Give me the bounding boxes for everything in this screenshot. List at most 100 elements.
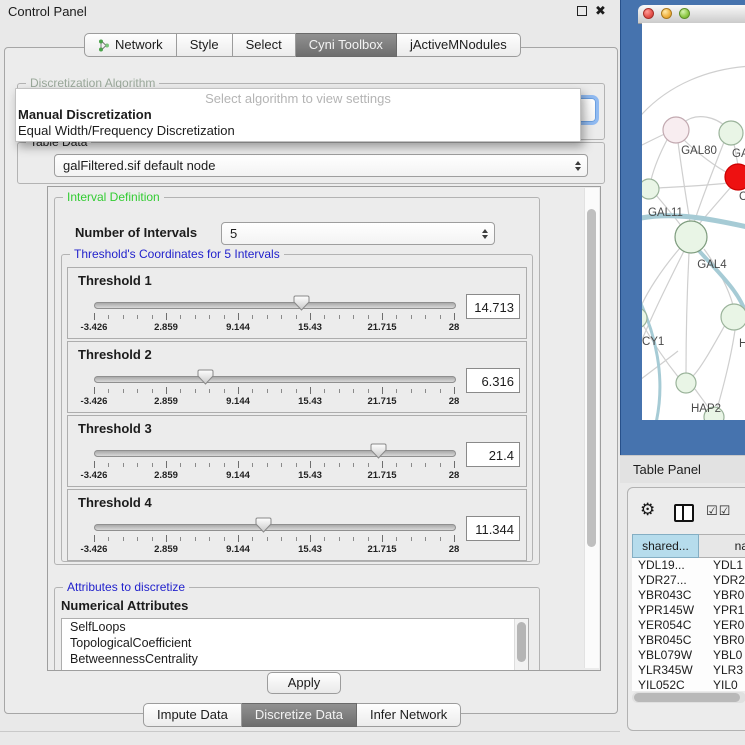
slider-tick (368, 537, 369, 541)
num-intervals-combobox[interactable]: 5 (221, 222, 495, 245)
table-row[interactable]: YIL052CYIL0 (632, 678, 745, 691)
table-row[interactable]: YDR27...YDR2 (632, 573, 745, 588)
table-row[interactable]: YBL079WYBL0 (632, 648, 745, 663)
network-edge[interactable] (704, 249, 733, 305)
table-row[interactable]: YDL19...YDL1 (632, 558, 745, 573)
slider-thumb[interactable] (370, 443, 387, 460)
threshold-slider-track[interactable] (94, 450, 456, 457)
threshold-slider-track[interactable] (94, 302, 456, 309)
checkbox-icons[interactable]: ☑☑ (706, 503, 731, 519)
slider-thumb[interactable] (197, 369, 214, 386)
network-edge[interactable] (693, 325, 725, 376)
window-zoom-button[interactable] (679, 8, 690, 19)
slider-tick-label: 28 (424, 322, 484, 333)
tab-select[interactable]: Select (233, 33, 296, 57)
slider-thumb[interactable] (293, 295, 310, 312)
tab-cyni-toolbox[interactable]: Cyni Toolbox (296, 33, 397, 57)
table-row[interactable]: YBR043CYBR0 (632, 588, 745, 603)
network-edge[interactable] (658, 183, 728, 188)
cell-shared-name: YBR043C (632, 588, 708, 603)
table-row[interactable]: YPR145WYPR1 (632, 603, 745, 618)
network-node[interactable] (721, 304, 745, 330)
network-window-frame[interactable]: GAL80GACGAL11GAL4GCY1HHAP2 (620, 0, 745, 455)
network-edge[interactable] (651, 138, 668, 180)
table-row[interactable]: YBR045CYBR0 (632, 633, 745, 648)
network-edge[interactable] (642, 248, 680, 311)
list-scrollbar[interactable] (514, 619, 528, 671)
chevron-updown-icon (575, 161, 581, 171)
network-graph: GAL80GACGAL11GAL4GCY1HHAP2 (642, 23, 745, 420)
table-data-combobox[interactable]: galFiltered.sif default node (54, 154, 588, 177)
combobox-value: galFiltered.sif default node (63, 155, 587, 176)
threshold-slider-track[interactable] (94, 524, 456, 531)
network-node-label: GA (732, 148, 745, 160)
network-node[interactable] (675, 221, 707, 253)
threshold-label: Threshold 1 (78, 273, 152, 288)
network-node[interactable] (642, 308, 647, 328)
table-panel-title: Table Panel (633, 462, 701, 477)
network-edge[interactable] (683, 117, 726, 127)
slider-tick (324, 463, 325, 467)
split-view-icon[interactable] (674, 504, 694, 522)
attribute-list-item[interactable]: SelfLoops (62, 619, 528, 635)
cell-name: YIL0 (708, 678, 745, 691)
table-row[interactable]: YLR345WYLR3 (632, 663, 745, 678)
dropdown-option-equal-width[interactable]: Equal Width/Frequency Discretization (16, 123, 580, 139)
cell-name: YBL0 (708, 648, 745, 663)
network-node[interactable] (642, 179, 659, 199)
network-node[interactable] (725, 164, 745, 190)
threshold-value-field[interactable]: 6.316 (466, 368, 520, 393)
slider-tick (180, 463, 181, 467)
numerical-attributes-list[interactable]: SelfLoopsTopologicalCoefficientBetweenne… (61, 618, 529, 671)
network-node-label: GAL4 (697, 259, 727, 271)
column-header-name[interactable]: na (699, 534, 745, 558)
network-canvas[interactable]: GAL80GACGAL11GAL4GCY1HHAP2 (642, 23, 745, 420)
float-window-icon[interactable] (577, 6, 587, 16)
network-edge[interactable] (717, 330, 735, 409)
table-row[interactable]: YER054CYER0 (632, 618, 745, 633)
window-minimize-button[interactable] (661, 8, 672, 19)
slider-tick (396, 537, 397, 541)
slider-tick-label: 21.715 (352, 322, 412, 333)
network-window-titlebar[interactable] (638, 5, 745, 24)
slider-tick (339, 537, 340, 541)
tab-impute-data[interactable]: Impute Data (143, 703, 242, 727)
table-body[interactable]: YDL19...YDL1YDR27...YDR2YBR043CYBR0YPR14… (632, 558, 745, 691)
slider-tick (411, 463, 412, 467)
column-header-shared[interactable]: shared... (632, 534, 699, 558)
pane-scrollbar[interactable] (584, 188, 599, 668)
pane-scrollbar-thumb[interactable] (587, 209, 596, 547)
network-node[interactable] (719, 121, 743, 145)
threshold-value-field[interactable]: 11.344 (466, 516, 520, 541)
dropdown-option-manual[interactable]: Manual Discretization (16, 107, 580, 123)
slider-tick (396, 315, 397, 319)
tab-infer-network[interactable]: Infer Network (357, 703, 461, 727)
slider-tick (353, 389, 354, 393)
tab-style[interactable]: Style (177, 33, 233, 57)
network-edge[interactable] (643, 325, 679, 378)
apply-button[interactable]: Apply (267, 672, 341, 694)
attribute-list-item[interactable]: BetweennessCentrality (62, 651, 528, 667)
thresholds-group: Threshold's Coordinates for 5 Intervals … (61, 254, 533, 562)
tab-network[interactable]: Network (84, 33, 177, 57)
top-tabbar: Network Style Select Cyni Toolbox jActiv… (84, 33, 521, 57)
network-edge[interactable] (642, 66, 745, 121)
network-node[interactable] (676, 373, 696, 393)
threshold-slider-track[interactable] (94, 376, 456, 383)
close-icon[interactable]: ✖ (595, 3, 606, 19)
attribute-list-item[interactable]: TopologicalCoefficient (62, 635, 528, 651)
table-hscrollbar[interactable] (632, 692, 745, 703)
table-hscrollbar-thumb[interactable] (634, 693, 740, 702)
gear-icon[interactable]: ⚙ (640, 501, 655, 518)
tab-discretize-data[interactable]: Discretize Data (242, 703, 357, 727)
network-node[interactable] (663, 117, 689, 143)
network-edge[interactable] (686, 253, 689, 373)
slider-thumb[interactable] (255, 517, 272, 534)
num-intervals-label: Number of Intervals (75, 225, 197, 240)
tab-jactivemnodules[interactable]: jActiveMNodules (397, 33, 521, 57)
threshold-value-field[interactable]: 21.4 (466, 442, 520, 467)
window-close-button[interactable] (643, 8, 654, 19)
list-scrollbar-thumb[interactable] (517, 622, 526, 662)
slider-tick (180, 537, 181, 541)
threshold-value-field[interactable]: 14.713 (466, 294, 520, 319)
